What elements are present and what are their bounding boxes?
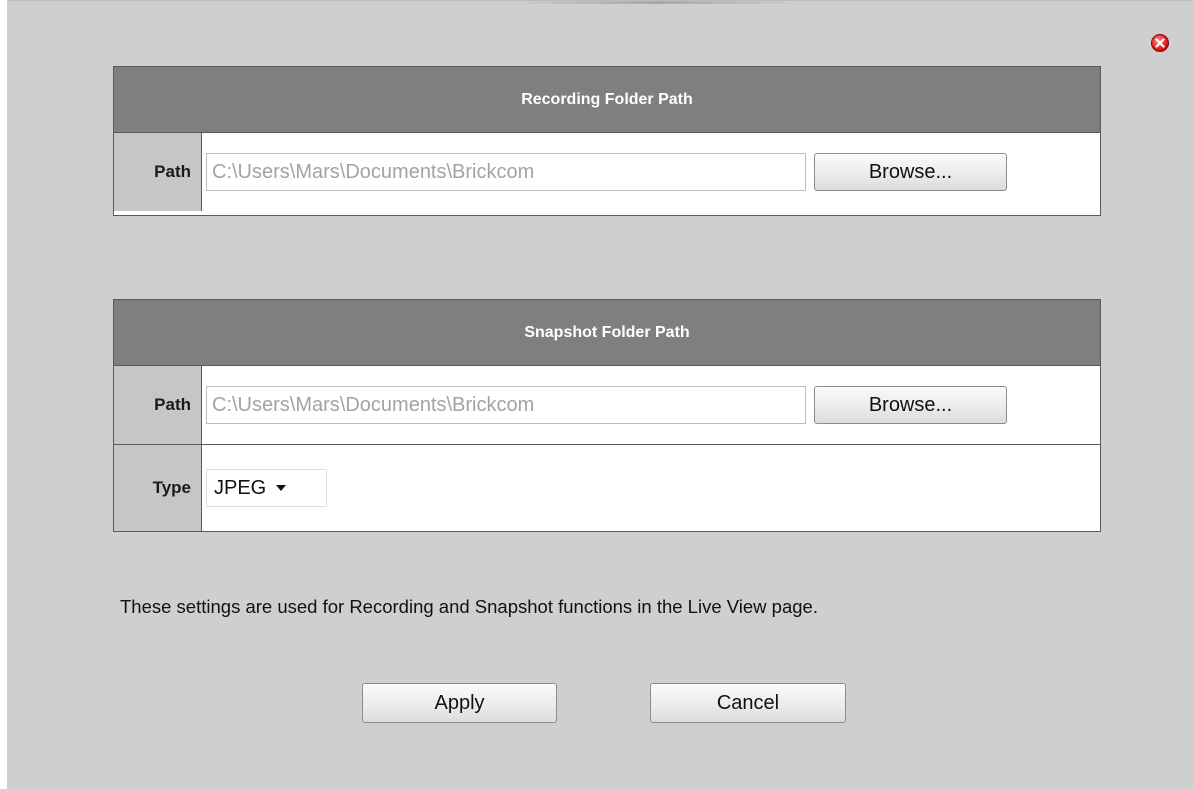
- snapshot-path-content: Browse...: [202, 366, 1100, 444]
- snapshot-type-value: JPEG: [214, 476, 267, 499]
- close-icon[interactable]: [1151, 34, 1169, 52]
- apply-button[interactable]: Apply: [362, 683, 557, 723]
- recording-panel-title: Recording Folder Path: [114, 67, 1100, 133]
- cancel-button[interactable]: Cancel: [650, 683, 846, 723]
- snapshot-type-content: JPEG: [202, 445, 1100, 531]
- recording-path-content: Browse...: [202, 133, 1100, 211]
- snapshot-path-input[interactable]: [206, 386, 806, 424]
- snapshot-path-label: Path: [114, 366, 202, 444]
- snapshot-panel-title: Snapshot Folder Path: [114, 300, 1100, 366]
- snapshot-browse-button[interactable]: Browse...: [814, 386, 1007, 424]
- recording-browse-button[interactable]: Browse...: [814, 153, 1007, 191]
- recording-path-row: Path Browse...: [114, 133, 1100, 211]
- snapshot-type-row: Type JPEG: [114, 445, 1100, 531]
- settings-note: These settings are used for Recording an…: [120, 596, 818, 617]
- snapshot-panel: Snapshot Folder Path Path Browse... Type…: [113, 299, 1101, 532]
- close-x-glyph: [1155, 38, 1165, 48]
- snapshot-path-row: Path Browse...: [114, 366, 1100, 445]
- recording-path-input[interactable]: [206, 153, 806, 191]
- settings-dialog: Recording Folder Path Path Browse... Sna…: [7, 0, 1193, 789]
- snapshot-type-select[interactable]: JPEG: [206, 469, 327, 507]
- snapshot-type-label: Type: [114, 445, 202, 531]
- recording-panel: Recording Folder Path Path Browse...: [113, 66, 1101, 216]
- chevron-down-icon: [276, 485, 287, 491]
- top-shadow: [507, 1, 807, 4]
- recording-path-label: Path: [114, 133, 202, 211]
